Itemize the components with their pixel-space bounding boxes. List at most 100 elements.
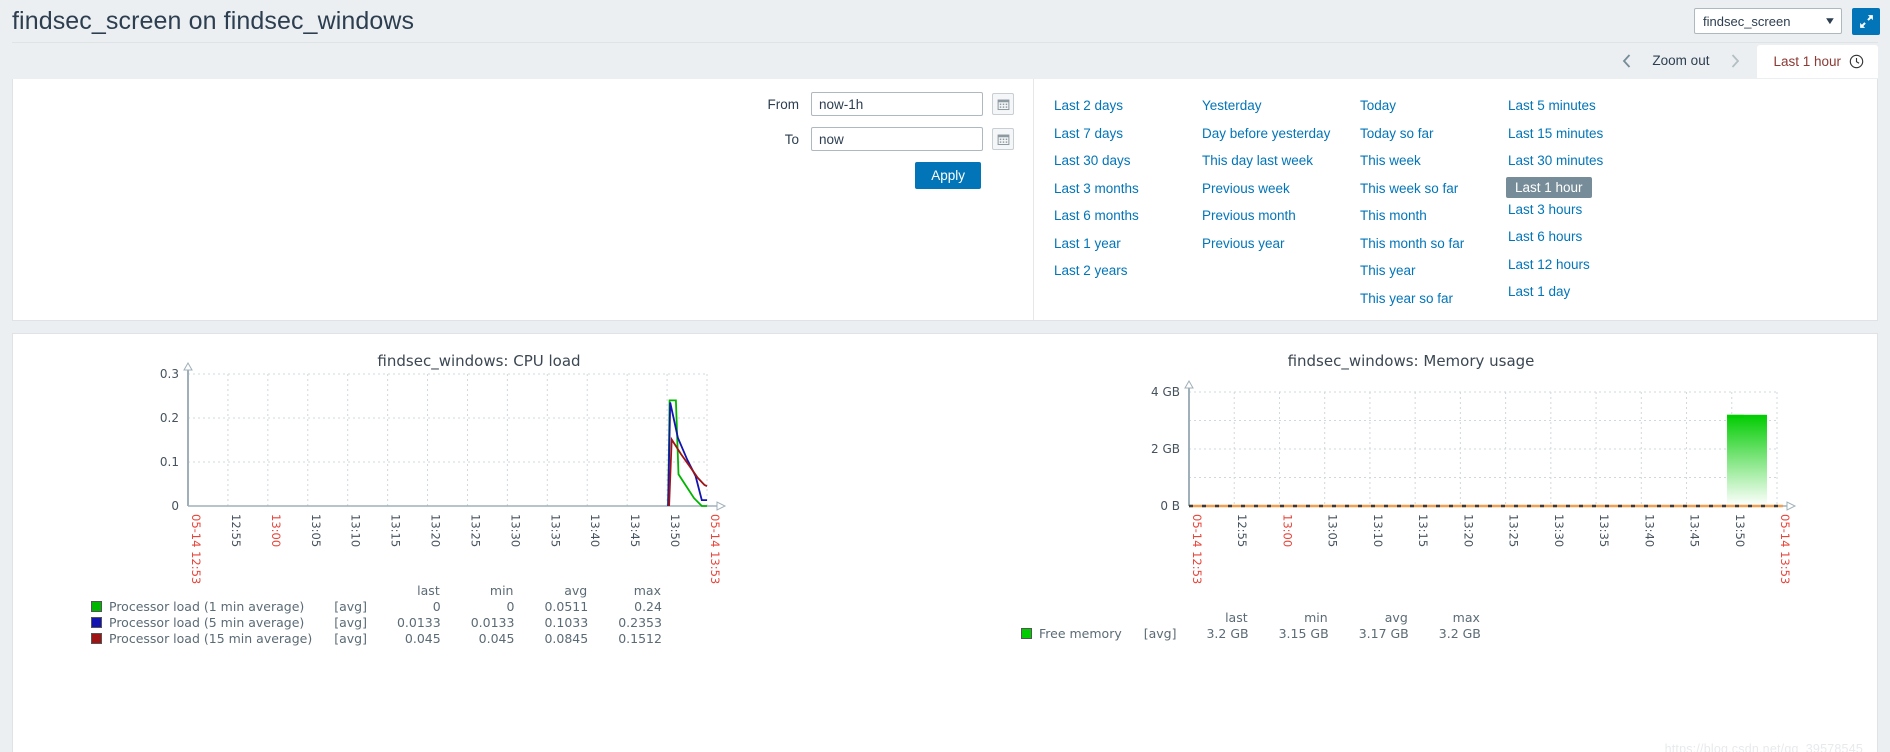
time-filter-panel: From To: [12, 79, 1878, 321]
legend-row: Free memory [avg] 3.2 GB 3.15 GB 3.17 GB…: [1021, 626, 1481, 642]
quick-ranges: Last 2 days Last 7 days Last 30 days Las…: [1033, 79, 1877, 320]
screen-select-value: findsec_screen: [1703, 13, 1791, 29]
svg-text:13:45: 13:45: [628, 514, 642, 547]
quick-range-item[interactable]: Last 1 year: [1052, 230, 1123, 258]
series-avg: 0.0845: [544, 631, 589, 646]
svg-text:05-14 13:53: 05-14 13:53: [708, 514, 722, 584]
legend-header: max: [633, 583, 661, 598]
header-controls: findsec_screen ▼: [1694, 7, 1880, 35]
series-color-swatch: [91, 601, 102, 612]
series-aggregation: [avg]: [334, 599, 367, 614]
time-navigation-bar: Zoom out Last 1 hour: [0, 43, 1890, 79]
series-name: Processor load (1 min average): [109, 599, 305, 614]
svg-text:13:15: 13:15: [1416, 514, 1430, 547]
quick-range-item[interactable]: Day before yesterday: [1200, 120, 1332, 148]
apply-button[interactable]: Apply: [915, 162, 981, 189]
quick-range-item[interactable]: Previous week: [1200, 175, 1292, 203]
quick-range-item[interactable]: This week: [1358, 147, 1423, 175]
graphs-panel: findsec_windows: CPU load 0 0.1 0.2 0.3 05-1…: [12, 333, 1878, 752]
quick-range-item[interactable]: This year: [1358, 257, 1418, 285]
svg-text:0.3: 0.3: [160, 367, 179, 381]
to-row: To: [757, 127, 1014, 151]
svg-text:0.1: 0.1: [160, 455, 179, 469]
cpu-chart-legend: last min avg max Processor load (1 min a…: [91, 582, 662, 647]
quick-range-item[interactable]: Last 1 day: [1506, 278, 1572, 306]
quick-range-item[interactable]: This month so far: [1358, 230, 1466, 258]
zoom-out-button[interactable]: Zoom out: [1640, 43, 1721, 79]
kiosk-mode-button[interactable]: [1852, 7, 1880, 35]
time-next-button[interactable]: [1721, 43, 1749, 79]
series-max: 0.2353: [618, 615, 662, 630]
from-label: From: [767, 96, 800, 112]
quick-range-item[interactable]: Last 3 months: [1052, 175, 1141, 203]
series-name: Processor load (15 min average): [109, 631, 313, 646]
memory-chart-plot: 0 B 2 GB 4 GB 05-14 12:53 12:55 13:00 13:05 13:…: [1151, 379, 1797, 584]
from-calendar-button[interactable]: [992, 93, 1014, 115]
series-name: Processor load (5 min average): [109, 615, 305, 630]
to-calendar-button[interactable]: [992, 128, 1014, 150]
quick-range-item-selected[interactable]: Last 1 hour: [1506, 176, 1592, 198]
clock-icon: [1849, 54, 1864, 68]
svg-text:13:50: 13:50: [1733, 514, 1747, 547]
svg-text:13:20: 13:20: [1461, 514, 1475, 547]
page-title: findsec_screen on findsec_windows: [12, 6, 415, 35]
legend-header: avg: [564, 583, 588, 598]
quick-range-item[interactable]: Today so far: [1358, 120, 1436, 148]
legend-row: Processor load (15 min average) [avg] 0.…: [91, 631, 662, 647]
quick-range-item[interactable]: Previous month: [1200, 202, 1298, 230]
screen-select[interactable]: findsec_screen ▼: [1694, 8, 1842, 34]
svg-text:13:30: 13:30: [508, 514, 522, 547]
series-color-swatch: [91, 617, 102, 628]
quick-range-item[interactable]: Last 15 minutes: [1506, 120, 1605, 148]
series-aggregation: [avg]: [334, 631, 367, 646]
svg-text:13:40: 13:40: [588, 514, 602, 547]
time-filter-form: From To: [13, 79, 1033, 320]
quick-range-column-2: Yesterday Day before yesterday This day …: [1200, 92, 1358, 320]
time-prev-button[interactable]: [1612, 43, 1640, 79]
quick-range-item[interactable]: This year so far: [1358, 285, 1455, 313]
svg-text:13:35: 13:35: [548, 514, 562, 547]
quick-range-item[interactable]: This day last week: [1200, 147, 1315, 175]
quick-range-item[interactable]: Last 30 days: [1052, 147, 1133, 175]
time-range-label: Last 1 hour: [1773, 53, 1841, 69]
quick-range-item[interactable]: Last 12 hours: [1506, 251, 1592, 279]
series-avg: 0.0511: [544, 599, 589, 614]
quick-range-item[interactable]: Last 6 months: [1052, 202, 1141, 230]
svg-text:13:40: 13:40: [1642, 514, 1656, 547]
quick-range-item[interactable]: Last 30 minutes: [1506, 147, 1605, 175]
quick-range-item[interactable]: Yesterday: [1200, 92, 1264, 120]
series-last: 0.045: [404, 631, 441, 646]
quick-range-item[interactable]: Last 3 hours: [1506, 196, 1584, 224]
quick-range-item[interactable]: Last 2 years: [1052, 257, 1130, 285]
svg-text:13:20: 13:20: [429, 514, 443, 547]
quick-range-item[interactable]: This month: [1358, 202, 1429, 230]
to-input[interactable]: [811, 127, 983, 151]
quick-range-item[interactable]: Today: [1358, 92, 1398, 120]
screen-page: findsec_screen on findsec_windows findse…: [0, 0, 1890, 752]
legend-header: min: [489, 583, 514, 598]
quick-range-item[interactable]: This week so far: [1358, 175, 1460, 203]
quick-range-item[interactable]: Last 7 days: [1052, 120, 1125, 148]
svg-text:13:05: 13:05: [1326, 514, 1340, 547]
quick-range-item[interactable]: Previous year: [1200, 230, 1287, 258]
svg-text:12:55: 12:55: [229, 514, 243, 547]
from-input[interactable]: [811, 92, 983, 116]
from-row: From: [757, 92, 1014, 116]
expand-arrows-icon: [1859, 14, 1873, 28]
svg-text:12:55: 12:55: [1235, 514, 1249, 547]
quick-range-item[interactable]: Last 6 hours: [1506, 223, 1584, 251]
memory-usage-graph[interactable]: findsec_windows: Memory usage 0 B2 GB 4 G…: [945, 334, 1877, 752]
time-range-tab[interactable]: Last 1 hour: [1757, 44, 1878, 78]
svg-text:13:05: 13:05: [309, 514, 323, 547]
svg-text:4 GB: 4 GB: [1151, 385, 1180, 399]
chevron-left-icon: [1622, 54, 1631, 68]
svg-text:05-14 13:53: 05-14 13:53: [1778, 514, 1792, 584]
cpu-chart-plot: 0 0.1 0.2 0.3 05-14 12:53 12:55 13:00 13:05 13:1…: [160, 361, 727, 584]
quick-range-item[interactable]: Last 2 days: [1052, 92, 1125, 120]
legend-header: max: [1452, 610, 1480, 625]
series-aggregation: [avg]: [1143, 626, 1177, 641]
cpu-load-graph[interactable]: findsec_windows: CPU load 0 0.1 0.2 0.3 05-1…: [13, 334, 945, 752]
svg-text:13:00: 13:00: [1280, 514, 1294, 547]
quick-range-column-1: Last 2 days Last 7 days Last 30 days Las…: [1052, 92, 1200, 320]
quick-range-item[interactable]: Last 5 minutes: [1506, 92, 1598, 120]
